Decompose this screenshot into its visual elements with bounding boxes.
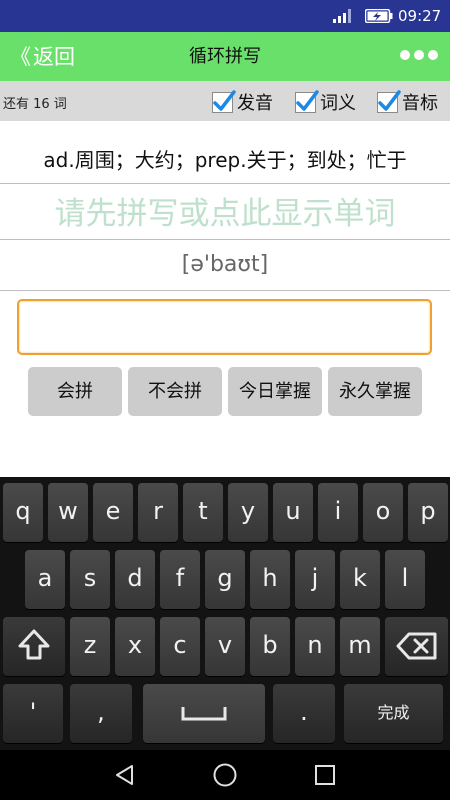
key-i[interactable]: i: [318, 483, 358, 542]
word-phonetic: [ə'baʊt]: [181, 252, 269, 277]
key-c[interactable]: c: [160, 617, 200, 676]
divider: [0, 239, 450, 240]
word-meaning: ad.周围；大约；prep.关于；到处；忙于: [43, 148, 407, 172]
battery-charging-icon: [365, 9, 393, 23]
remaining-count: 还有 16 词: [3, 97, 67, 112]
spelling-input[interactable]: [17, 299, 432, 355]
done-key[interactable]: 完成: [344, 684, 443, 743]
shift-icon: [18, 629, 50, 660]
key-p[interactable]: p: [408, 483, 448, 542]
key-k[interactable]: k: [340, 550, 380, 609]
mastered-today-button[interactable]: 今日掌握: [228, 367, 322, 416]
key-y[interactable]: y: [228, 483, 268, 542]
key-z[interactable]: z: [70, 617, 110, 676]
key-n[interactable]: n: [295, 617, 335, 676]
key-v[interactable]: v: [205, 617, 245, 676]
key-r[interactable]: r: [138, 483, 178, 542]
reveal-word-hint[interactable]: 请先拼写或点此显示单词: [0, 190, 450, 238]
system-nav-bar: [0, 750, 450, 800]
key-x[interactable]: x: [115, 617, 155, 676]
can-spell-button[interactable]: 会拼: [28, 367, 122, 416]
space-key[interactable]: [143, 684, 265, 743]
key-apostrophe[interactable]: ': [3, 684, 63, 743]
key-d[interactable]: d: [115, 550, 155, 609]
checkbox-pronunciation[interactable]: 发音: [212, 89, 273, 115]
checkbox-checked-icon[interactable]: [295, 89, 319, 113]
checkbox-checked-icon[interactable]: [377, 89, 401, 113]
key-b[interactable]: b: [250, 617, 290, 676]
key-u[interactable]: u: [273, 483, 313, 542]
status-time: 09:27: [398, 7, 442, 25]
key-comma[interactable]: ,: [70, 684, 132, 743]
key-s[interactable]: s: [70, 550, 110, 609]
space-icon: [181, 707, 227, 721]
key-f[interactable]: f: [160, 550, 200, 609]
key-j[interactable]: j: [295, 550, 335, 609]
cannot-spell-button[interactable]: 不会拼: [128, 367, 222, 416]
key-w[interactable]: w: [48, 483, 88, 542]
soft-keyboard: q w e r t y u i o p a s d f g h j k l z …: [0, 477, 450, 750]
title-bar: 《返回 循环拼写: [0, 32, 450, 81]
backspace-icon: [396, 632, 436, 660]
nav-home-icon[interactable]: [212, 762, 238, 788]
nav-recent-apps-icon[interactable]: [314, 764, 336, 786]
key-o[interactable]: o: [363, 483, 403, 542]
key-h[interactable]: h: [250, 550, 290, 609]
page-title: 循环拼写: [189, 46, 261, 67]
status-bar: 09:27: [0, 0, 450, 32]
key-q[interactable]: q: [3, 483, 43, 542]
key-t[interactable]: t: [183, 483, 223, 542]
checkbox-label: 发音: [237, 93, 273, 114]
key-period[interactable]: .: [273, 684, 335, 743]
checkbox-checked-icon[interactable]: [212, 89, 236, 113]
divider: [0, 183, 450, 184]
key-e[interactable]: e: [93, 483, 133, 542]
divider: [0, 290, 450, 291]
checkbox-label: 音标: [402, 93, 438, 114]
key-a[interactable]: a: [25, 550, 65, 609]
checkbox-phonetic[interactable]: 音标: [377, 89, 438, 115]
backspace-key[interactable]: [385, 617, 448, 676]
signal-icon: [333, 9, 351, 23]
options-row: 还有 16 词 发音 词义 音标: [0, 81, 450, 121]
key-m[interactable]: m: [340, 617, 380, 676]
key-g[interactable]: g: [205, 550, 245, 609]
shift-key[interactable]: [3, 617, 65, 676]
checkbox-label: 词义: [320, 93, 356, 114]
mastered-forever-button[interactable]: 永久掌握: [328, 367, 422, 416]
key-l[interactable]: l: [385, 550, 425, 609]
more-dots-icon[interactable]: [400, 50, 438, 62]
nav-back-icon[interactable]: [113, 763, 137, 787]
checkbox-meaning[interactable]: 词义: [295, 89, 356, 115]
